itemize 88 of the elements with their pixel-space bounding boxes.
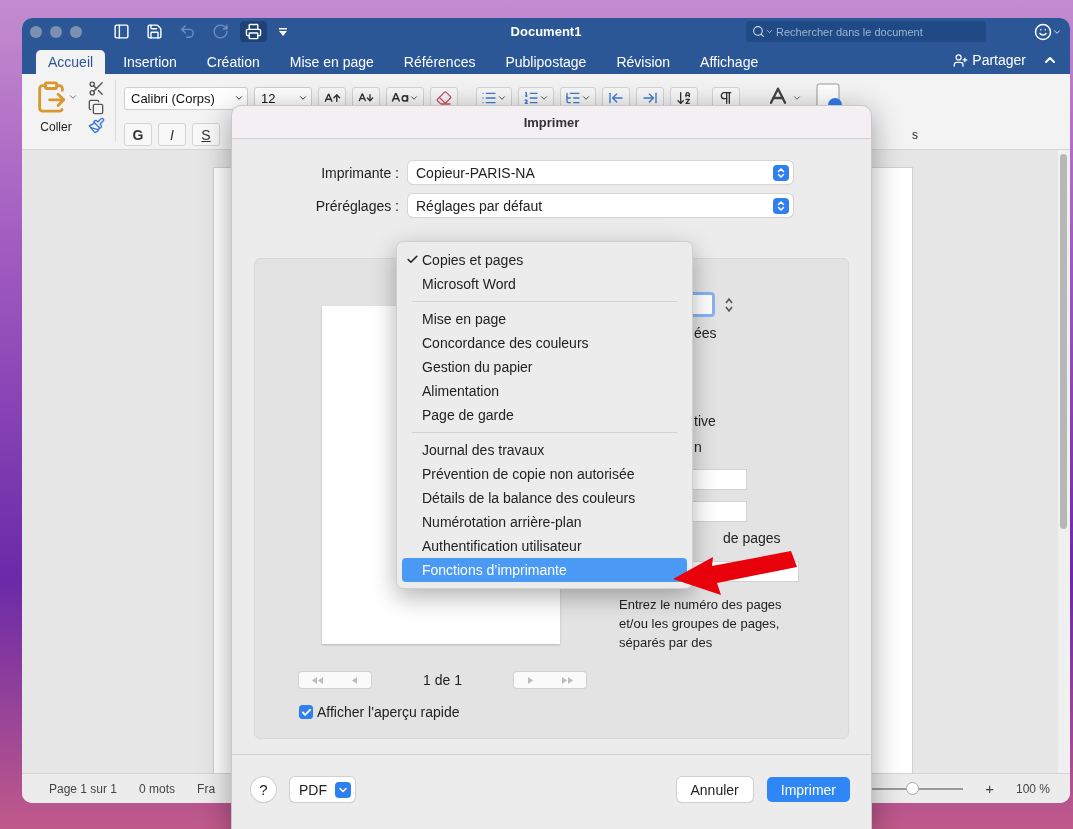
caret-icon	[335, 781, 351, 798]
next-icon	[527, 676, 535, 684]
increase-indent-icon	[642, 90, 658, 106]
checkbox[interactable]	[299, 705, 313, 719]
menu-item[interactable]: Alimentation	[402, 379, 687, 403]
ribbon-tab[interactable]: Publipostage	[493, 50, 599, 74]
zoom-level: 100 %	[1015, 781, 1050, 796]
cancel-button[interactable]: Annuler	[676, 777, 753, 802]
sort-icon	[676, 90, 692, 106]
format-button[interactable]: I	[158, 123, 186, 146]
format-button[interactable]: G	[124, 123, 152, 146]
page-range-hint: Entrez le numéro des pages et/ou les groupes de pages, séparés par des	[619, 596, 783, 652]
partial-label: tive	[694, 413, 716, 429]
menu-item[interactable]: Authentification utilisateur	[402, 534, 687, 558]
caret-icon	[298, 93, 308, 103]
word-count: 0 mots	[139, 781, 176, 796]
caret-icon	[234, 93, 244, 103]
check-icon	[406, 253, 419, 266]
partial-label: n	[694, 439, 702, 455]
menu-item[interactable]: Gestion du papier	[402, 355, 687, 379]
partial-label: de pages	[723, 530, 781, 546]
multilevel-list-icon	[565, 90, 581, 106]
paste-label[interactable]: Coller	[40, 120, 72, 134]
stepper-icon	[773, 197, 789, 214]
printer-icon[interactable]	[240, 21, 267, 42]
format-button[interactable]: S	[192, 123, 220, 146]
menu-item[interactable]: Concordance des couleurs	[402, 331, 687, 355]
menu-item[interactable]: Page de garde	[402, 403, 687, 427]
pdf-button[interactable]: PDF	[290, 777, 355, 802]
page-count: Page 1 sur 1	[49, 781, 118, 796]
search-field[interactable]: Rechercher dans le document	[746, 21, 986, 42]
previous-icon	[350, 676, 358, 684]
field-label: Préréglages :	[314, 197, 399, 214]
zoom-button[interactable]	[70, 25, 82, 38]
dialog-title: Imprimer	[523, 114, 580, 130]
field-label: Imprimante :	[320, 164, 399, 181]
stepper-icon	[773, 164, 789, 181]
caret-icon	[581, 93, 591, 103]
smiley-icon[interactable]	[1034, 22, 1062, 41]
page-counter: 1 de 1	[423, 672, 462, 688]
ribbon-tab[interactable]: Révision	[604, 50, 683, 74]
help-button[interactable]: ?	[251, 777, 276, 802]
check-icon	[300, 706, 312, 718]
share-button[interactable]: Partager	[947, 48, 1032, 72]
zoom-in-button[interactable]: +	[985, 780, 994, 797]
eraser-icon	[436, 90, 452, 106]
slider-thumb[interactable]	[905, 781, 919, 795]
checkbox-label: Afficher l'aperçu rapide	[317, 704, 460, 720]
last-page-icon	[560, 676, 573, 684]
person-add-icon	[953, 52, 969, 68]
menu-item[interactable]: Microsoft Word	[402, 272, 687, 296]
menu-item[interactable]: Prévention de copie non autorisée	[402, 462, 687, 486]
caret-icon	[539, 93, 549, 103]
numbered-list-icon	[523, 90, 539, 106]
caret-icon	[409, 93, 419, 103]
scissors-icon[interactable]	[88, 80, 105, 97]
popup-select[interactable]: Réglages par défaut	[408, 194, 793, 217]
ribbon-tab[interactable]: Mise en page	[277, 50, 386, 74]
pilcrow-icon	[718, 90, 734, 106]
language-label: Fra	[197, 781, 216, 796]
bullet-list-icon	[481, 90, 497, 106]
menu-item[interactable]: Numérotation arrière-plan	[402, 510, 687, 534]
ribbon-tab[interactable]: Affichage	[688, 50, 771, 74]
scroll-bar[interactable]	[1058, 150, 1070, 773]
ribbon-label: s	[912, 127, 918, 142]
decrease-indent-icon	[608, 90, 624, 106]
close-button[interactable]	[30, 25, 42, 38]
popup-select[interactable]: Copieur-PARIS-NA	[408, 161, 793, 184]
menu-item[interactable]: Copies et pages	[402, 248, 687, 272]
copy-icon[interactable]	[88, 99, 105, 115]
partial-label: ées	[694, 325, 717, 341]
minimize-button[interactable]	[50, 25, 62, 38]
scroll-thumb[interactable]	[1060, 154, 1067, 529]
window-title: Document1	[510, 24, 582, 39]
search-icon	[752, 25, 774, 38]
ribbon-tab[interactable]: Références	[391, 50, 488, 74]
ribbon-tab[interactable]: Insertion	[111, 50, 189, 74]
first-page-icon	[312, 676, 325, 684]
font-name-field[interactable]: Calibri (Corps)	[124, 86, 248, 110]
ribbon-tab[interactable]: Accueil	[36, 50, 106, 74]
menu-item[interactable]: Mise en page	[402, 307, 687, 331]
ribbon-tab[interactable]: Création	[194, 50, 272, 74]
caret-icon	[497, 93, 507, 103]
paintbrush-icon[interactable]	[88, 117, 105, 134]
menu-item[interactable]: Journal des travaux	[402, 438, 687, 462]
pointer-arrow-icon	[673, 551, 797, 595]
menu-item[interactable]: Détails de la balance des couleurs	[402, 486, 687, 510]
print-button[interactable]: Imprimer	[766, 777, 850, 802]
